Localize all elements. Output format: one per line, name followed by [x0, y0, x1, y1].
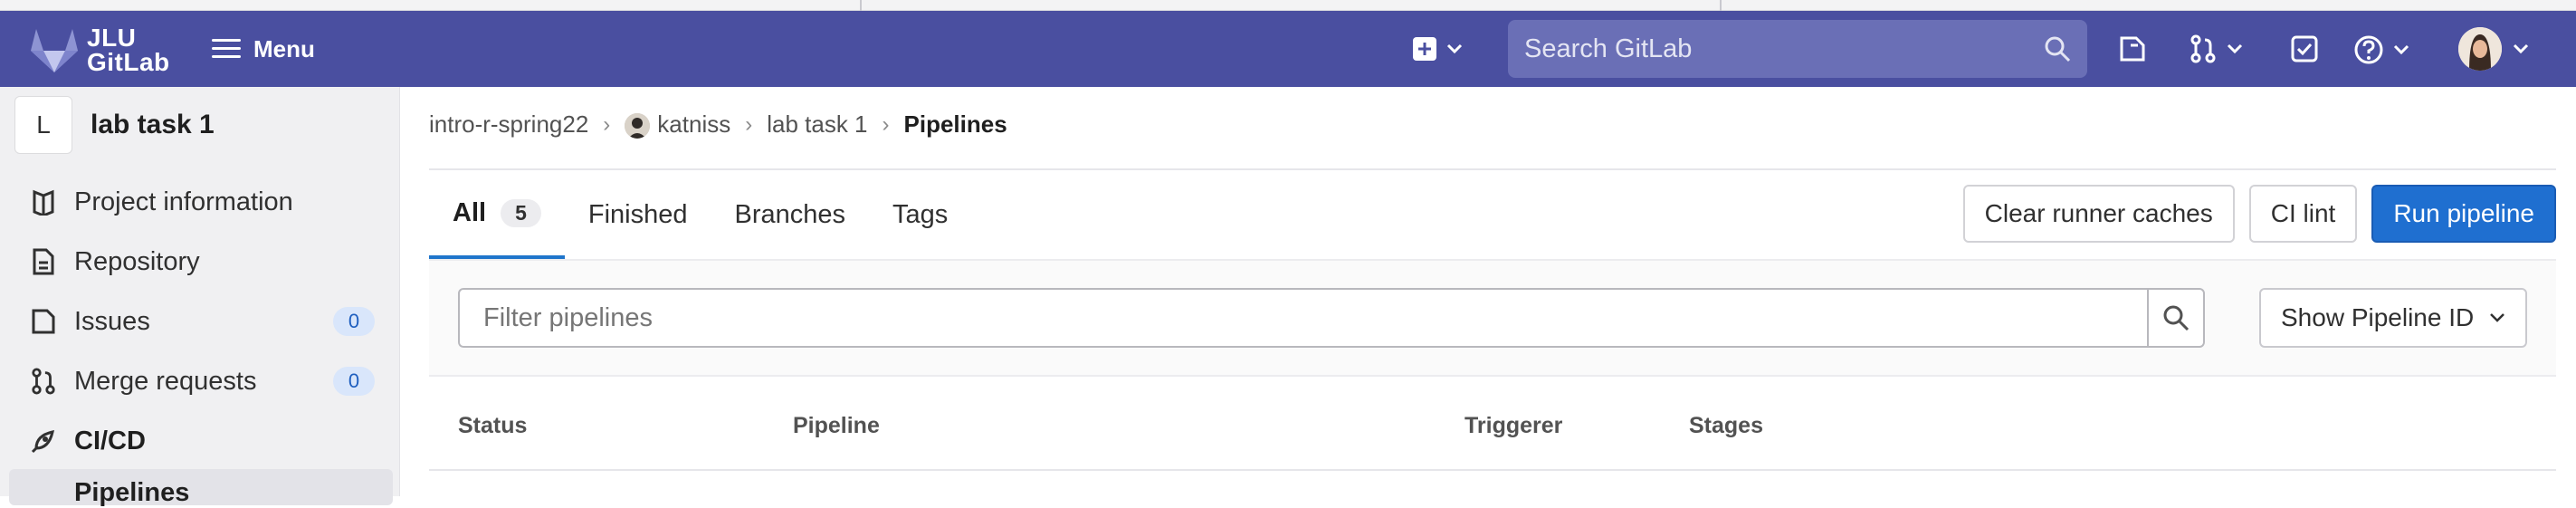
breadcrumb-separator-icon: ›	[603, 111, 611, 137]
help-icon	[2354, 35, 2383, 64]
pipeline-tabs: All 5 Finished Branches Tags	[429, 170, 971, 259]
tab-label: Tags	[892, 199, 949, 229]
issues-icon	[2120, 36, 2145, 62]
column-header-pipeline: Pipeline	[793, 413, 880, 438]
project-sidebar: L lab task 1 Project information Reposit…	[0, 87, 400, 507]
column-header-triggerer: Triggerer	[1465, 413, 1563, 438]
sidebar-project-header[interactable]: L lab task 1	[14, 96, 215, 154]
search-icon	[2163, 305, 2190, 331]
tab-branches[interactable]: Branches	[711, 170, 869, 259]
menu-label: Menu	[253, 34, 315, 62]
help-dropdown[interactable]	[2353, 34, 2409, 65]
tab-divider	[860, 0, 862, 11]
menu-button[interactable]: Menu	[212, 27, 315, 71]
breadcrumb-separator-icon: ›	[745, 111, 753, 137]
breadcrumb-project[interactable]: lab task 1	[767, 110, 867, 139]
tab-divider	[1720, 0, 1722, 11]
user-avatar-small	[625, 113, 651, 139]
breadcrumb-user-name: katniss	[657, 110, 731, 138]
document-icon	[27, 245, 60, 278]
sidebar-item-label: Issues	[74, 306, 150, 336]
issues-count-badge: 0	[333, 307, 375, 336]
column-header-status: Status	[458, 413, 528, 438]
plus-square-icon	[1413, 37, 1436, 61]
search-icon	[2045, 36, 2071, 62]
book-icon	[27, 186, 60, 218]
tab-all[interactable]: All 5	[429, 170, 565, 259]
project-name: lab task 1	[91, 110, 215, 139]
browser-tab-strip	[0, 0, 2576, 11]
rocket-icon	[27, 425, 60, 457]
show-pipeline-id-label: Show Pipeline ID	[2281, 303, 2475, 331]
issues-shortcut[interactable]	[2118, 34, 2147, 63]
chevron-down-icon	[2227, 43, 2243, 54]
sidebar-item-label: Repository	[74, 246, 200, 276]
sidebar-item-label: CI/CD	[74, 426, 146, 455]
column-header-stages: Stages	[1689, 413, 1763, 438]
breadcrumb-group[interactable]: intro-r-spring22	[429, 110, 588, 139]
pipeline-actions: Clear runner caches CI lint Run pipeline	[1962, 185, 2556, 243]
sidebar-subitem-pipelines[interactable]: Pipelines	[9, 469, 393, 507]
sidebar-item-project-information[interactable]: Project information	[27, 179, 382, 225]
merge-requests-dropdown[interactable]	[2189, 34, 2243, 63]
sidebar-item-issues[interactable]: Issues 0	[27, 299, 382, 344]
filter-search-button[interactable]	[2147, 288, 2205, 348]
tab-label: Finished	[587, 199, 688, 229]
pipelines-table-header: Status Pipeline Triggerer Stages	[429, 377, 2556, 471]
run-pipeline-button[interactable]: Run pipeline	[2371, 185, 2556, 243]
filter-pipelines-input[interactable]: Filter pipelines	[458, 288, 2149, 348]
project-avatar: L	[14, 96, 72, 154]
chevron-down-icon	[2513, 43, 2529, 54]
clear-runner-caches-button[interactable]: Clear runner caches	[1962, 185, 2235, 243]
sidebar-item-cicd[interactable]: CI/CD	[27, 418, 382, 464]
breadcrumb-current[interactable]: Pipelines	[904, 110, 1007, 139]
tab-tags[interactable]: Tags	[869, 170, 971, 259]
user-avatar[interactable]	[2458, 27, 2502, 71]
chevron-down-icon	[2393, 44, 2409, 55]
search-bar[interactable]: Search GitLab	[1508, 20, 2087, 78]
filter-placeholder: Filter pipelines	[483, 302, 653, 332]
gitlab-logo[interactable]: JLU GitLab	[27, 24, 181, 76]
main-content: intro-r-spring22 › katniss › lab task 1 …	[429, 87, 2556, 496]
tab-label: Branches	[734, 199, 845, 229]
todos-shortcut[interactable]	[2290, 34, 2319, 63]
create-new-dropdown[interactable]	[1412, 36, 1463, 62]
breadcrumb: intro-r-spring22 › katniss › lab task 1 …	[429, 110, 1007, 139]
sidebar-item-label: Merge requests	[74, 366, 257, 396]
ci-lint-button[interactable]: CI lint	[2248, 185, 2358, 243]
sidebar-subitem-label: Pipelines	[74, 478, 190, 507]
tab-label: All	[453, 197, 487, 227]
tab-finished[interactable]: Finished	[565, 170, 711, 259]
filter-bar: Filter pipelines Show Pipeline ID	[429, 259, 2556, 377]
sidebar-item-repository[interactable]: Repository	[27, 239, 382, 284]
sidebar-item-label: Project information	[74, 187, 293, 216]
user-avatar-icon	[2458, 27, 2502, 71]
hamburger-icon	[212, 39, 241, 58]
merge-requests-count-badge: 0	[333, 367, 375, 396]
merge-request-icon	[2190, 34, 2216, 63]
breadcrumb-user[interactable]: katniss	[625, 110, 730, 139]
brand-line-2: GitLab	[87, 48, 170, 76]
tab-count-badge: 5	[501, 198, 541, 227]
chevron-down-icon	[1446, 43, 1463, 54]
breadcrumb-separator-icon: ›	[882, 111, 890, 137]
user-menu-chevron[interactable]	[2513, 43, 2529, 54]
chevron-down-icon	[2490, 313, 2504, 322]
show-pipeline-id-dropdown[interactable]: Show Pipeline ID	[2259, 288, 2527, 348]
sidebar-item-merge-requests[interactable]: Merge requests 0	[27, 359, 382, 404]
brand-line-1: JLU	[87, 24, 137, 52]
merge-request-icon	[27, 365, 60, 398]
todo-checkbox-icon	[2291, 35, 2318, 62]
search-placeholder: Search GitLab	[1524, 34, 1693, 63]
tanuki-logo-icon	[31, 29, 78, 72]
issues-icon	[27, 305, 60, 338]
top-navbar: JLU GitLab Menu Search GitLab	[0, 11, 2576, 87]
